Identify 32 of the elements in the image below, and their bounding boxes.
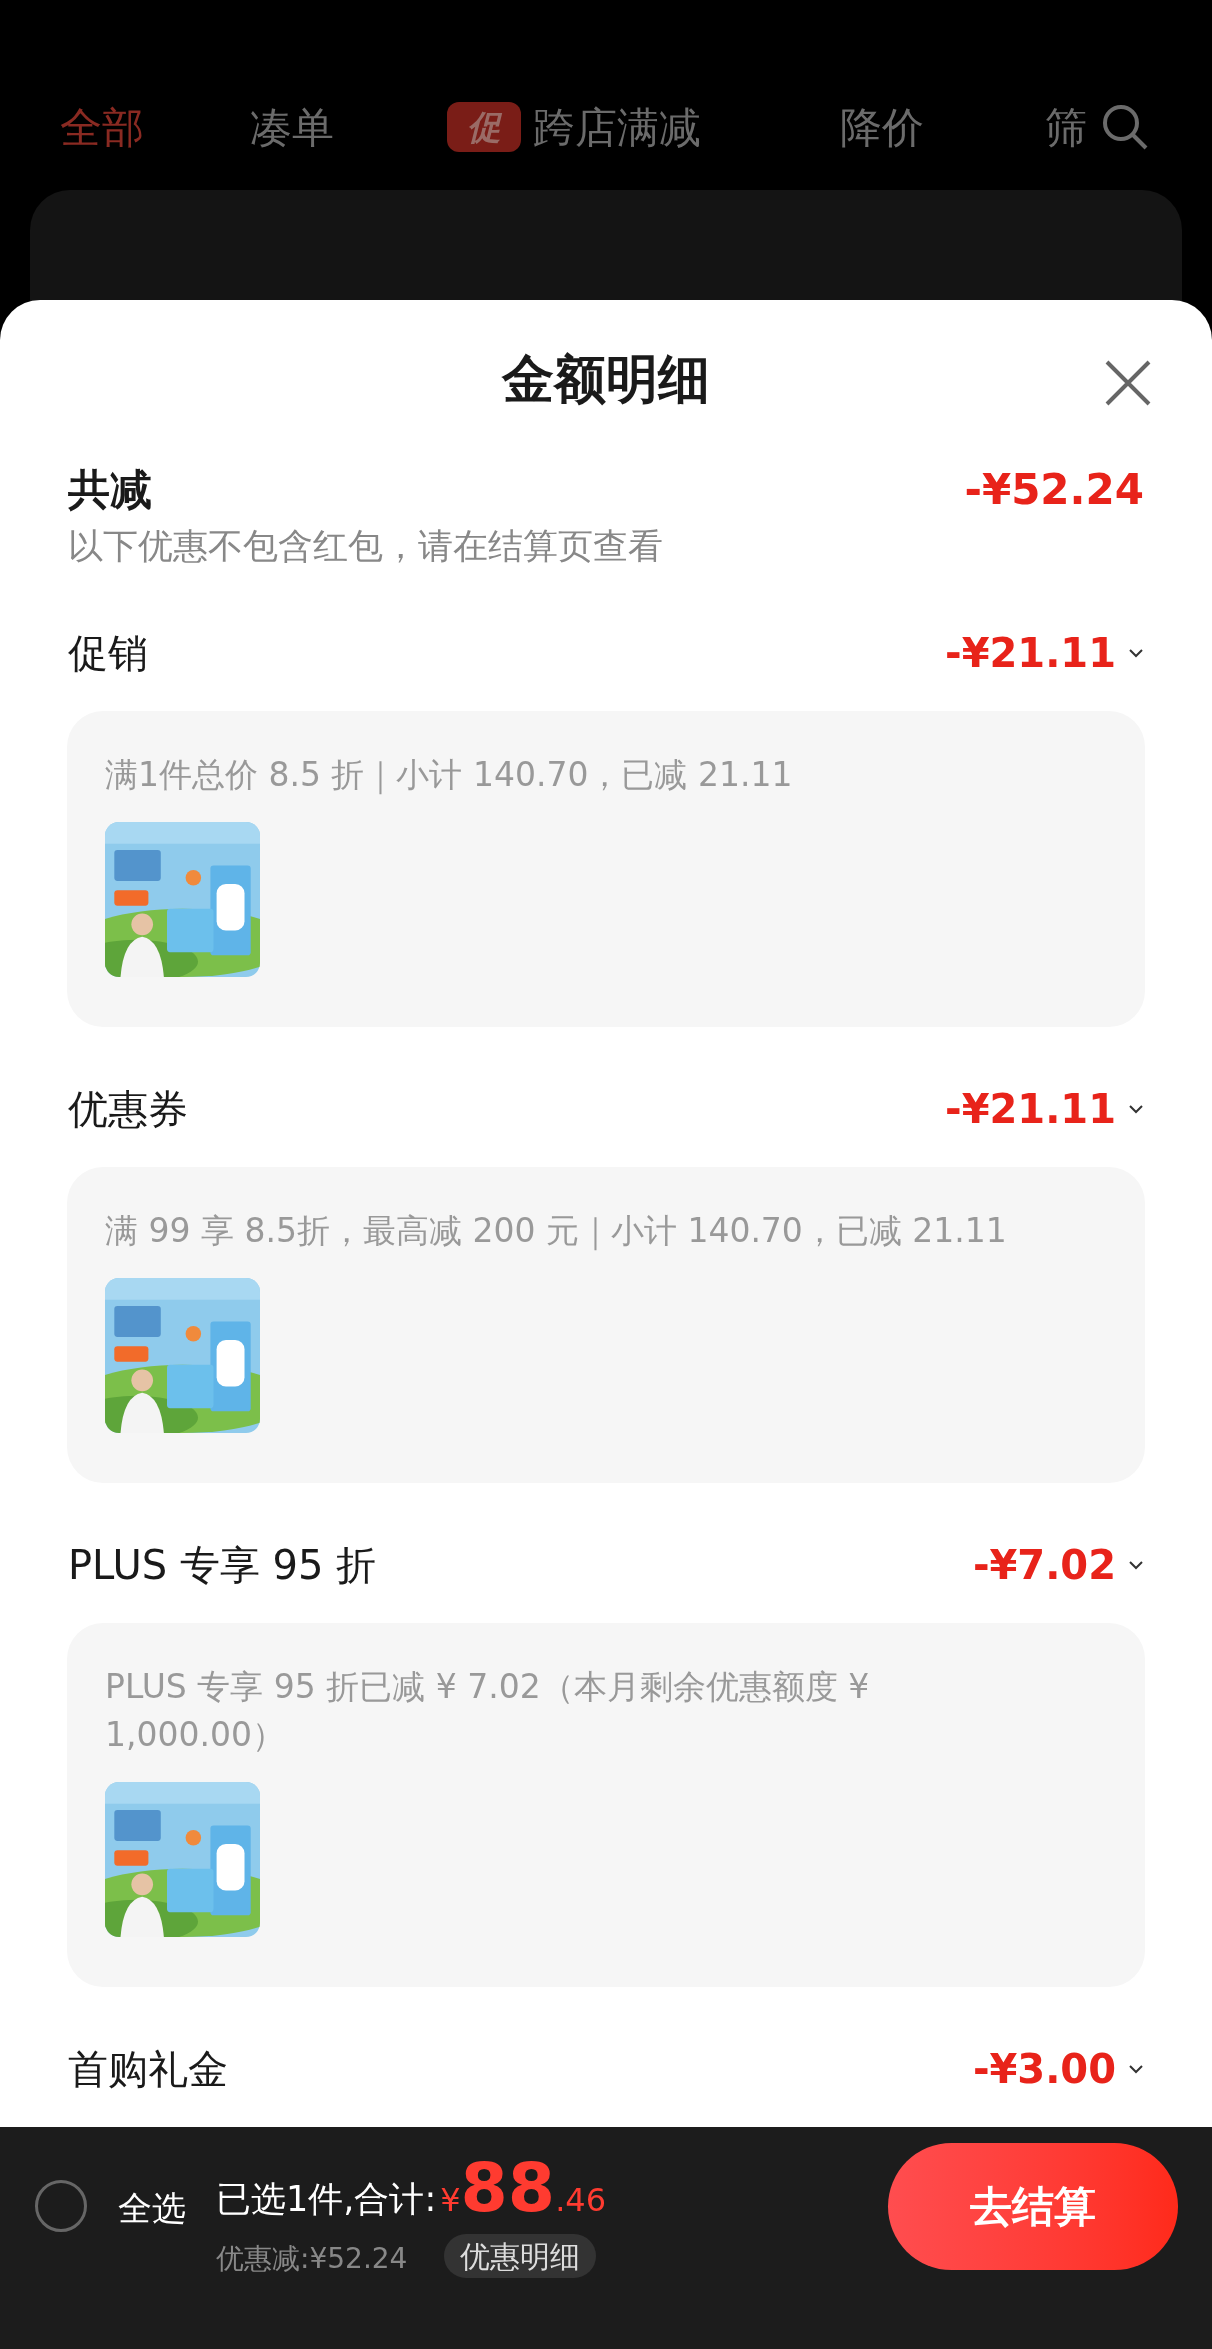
section-label: 首购礼金 [68,2045,228,2094]
section-amount: -¥21.11 [945,629,1116,678]
chevron-icon[interactable] [1128,648,1144,658]
chevron-icon[interactable] [1128,1560,1144,1570]
section-label: 优惠券 [68,1085,188,1134]
section-label: 促销 [68,629,148,678]
checkout-button[interactable]: 去结算 [888,2143,1178,2270]
total-label: 共减 [68,463,152,516]
total-price: 已选1件,合计:¥88.46 [216,2148,607,2228]
search-icon[interactable] [1100,102,1150,152]
tab[interactable]: 降价 [840,95,924,159]
tab[interactable]: 促 跨店满减 [447,95,701,159]
section-amount: -¥7.02 [972,1541,1116,1590]
select-all-label[interactable]: 全选 [118,2183,186,2234]
saving-text: 优惠减:¥52.24 [216,2241,408,2277]
section-label: PLUS 专享 95 折 [68,1541,377,1590]
discount-detail: 满1件总价 8.5 折｜小计 140.70，已减 21.11 [105,754,794,797]
checkbox[interactable] [35,2180,87,2232]
tab[interactable]: 凑单 [250,95,334,159]
discount-detail: PLUS 专享 95 折已减 ¥ 7.02（本月剩余优惠额度 ¥ 1,000.00） [105,1666,871,1756]
note-text: 以下优惠不包含红包，请在结算页查看 [68,524,664,568]
sheet-title: 金额明细 [502,347,710,411]
section-amount: -¥3.00 [972,2045,1116,2094]
tab[interactable]: 全部 [60,95,144,159]
discount-detail: 满 99 享 8.5折，最高减 200 元｜小计 140.70，已减 21.11 [105,1210,1008,1253]
total-amount: -¥52.24 [964,463,1144,516]
tab[interactable]: 筛 [1045,95,1087,159]
details-link[interactable]: 优惠明细 [444,2234,596,2278]
section-amount: -¥21.11 [945,1085,1116,1134]
chevron-icon[interactable] [1128,2064,1144,2074]
chevron-icon[interactable] [1128,1104,1144,1114]
promo-badge: 促 [447,102,521,152]
